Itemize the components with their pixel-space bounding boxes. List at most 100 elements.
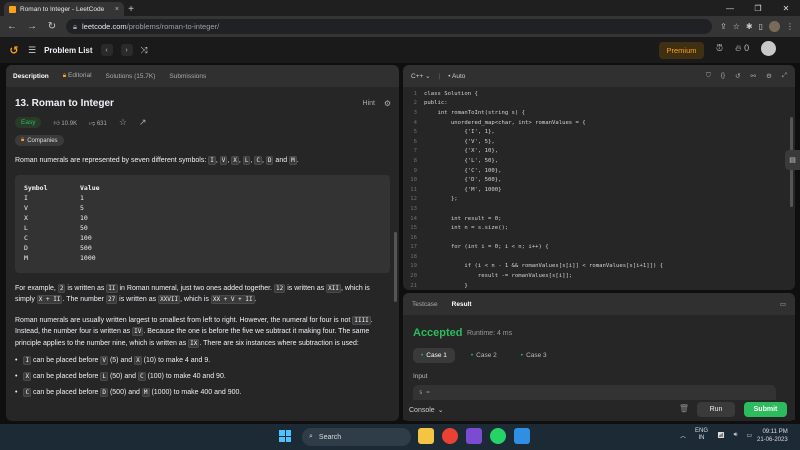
- tab-result[interactable]: Result: [452, 301, 472, 308]
- share-link-icon[interactable]: ↗: [139, 117, 147, 128]
- hint-button[interactable]: Hint: [363, 100, 375, 107]
- code-line[interactable]: 12 };: [403, 195, 795, 205]
- language-indicator[interactable]: ENG IN: [695, 428, 708, 442]
- pass-dot-icon: •: [421, 352, 424, 359]
- browser-tab[interactable]: Roman to Integer - LeetCode ×: [4, 2, 124, 16]
- code-line[interactable]: 5 {'I', 1},: [403, 127, 795, 137]
- case-button[interactable]: • Case 1: [413, 348, 455, 363]
- next-problem-button[interactable]: ›: [120, 44, 133, 56]
- settings-gear-icon[interactable]: ⚙︎: [384, 99, 391, 108]
- minimize-button[interactable]: —: [716, 0, 744, 16]
- notes-side-button[interactable]: ▤: [785, 150, 800, 170]
- run-button[interactable]: Run: [697, 402, 735, 417]
- profile-avatar[interactable]: [769, 21, 780, 32]
- code-line[interactable]: 16: [403, 233, 795, 243]
- leetcode-logo-icon[interactable]: ↺: [8, 44, 20, 57]
- problem-list-link[interactable]: Problem List: [44, 46, 92, 55]
- code-line[interactable]: 6 {'V', 5},: [403, 137, 795, 147]
- user-avatar[interactable]: [761, 41, 777, 56]
- case-button[interactable]: • Case 3: [513, 348, 555, 363]
- share-icon[interactable]: ⇪: [720, 22, 727, 31]
- reset-icon[interactable]: ↺: [735, 72, 740, 80]
- language-select[interactable]: C++ ⌄: [411, 72, 431, 80]
- new-tab-button[interactable]: +: [124, 2, 138, 16]
- forward-icon[interactable]: →: [26, 21, 38, 32]
- code-line[interactable]: 3 int romanToInt(string s) {: [403, 108, 795, 118]
- prev-problem-button[interactable]: ‹: [100, 44, 113, 56]
- code-line[interactable]: 10 {'D', 500},: [403, 175, 795, 185]
- reload-icon[interactable]: ↻: [46, 21, 58, 32]
- code-line[interactable]: 20 result -= romanValues[s[i]];: [403, 271, 795, 281]
- code-line[interactable]: 2 public:: [403, 99, 795, 109]
- code-line[interactable]: 9 {'C', 100},: [403, 166, 795, 176]
- shuffle-icon[interactable]: ⤨: [141, 45, 148, 56]
- premium-button[interactable]: Premium: [659, 42, 704, 59]
- code-line[interactable]: 19 if (i < n - 1 && romanValues[s[i]] < …: [403, 262, 795, 272]
- dislike-button[interactable]: 👎︎ 631: [89, 119, 107, 127]
- case-button[interactable]: • Case 2: [463, 348, 505, 363]
- favorite-star-icon[interactable]: ☆: [119, 117, 127, 128]
- tab-description[interactable]: Description: [13, 73, 49, 80]
- code-line[interactable]: 21 }: [403, 281, 795, 290]
- collapse-panel-icon[interactable]: ▭: [780, 300, 786, 308]
- code-line[interactable]: 18: [403, 252, 795, 262]
- browser-tab-title: Roman to Integer - LeetCode: [20, 5, 105, 13]
- taskbar-search[interactable]: ⌕ Search: [302, 428, 411, 446]
- extension-area: ⇪ ☆ ✱ ▯ ⋮: [720, 21, 794, 32]
- chrome-icon[interactable]: [442, 428, 458, 444]
- timer-icon[interactable]: ⏰︎: [716, 43, 723, 54]
- braces-icon[interactable]: {}: [721, 72, 725, 80]
- companies-tag[interactable]: 🔒︎ Companies: [15, 135, 64, 146]
- code-line[interactable]: 14 int result = 0;: [403, 214, 795, 224]
- code-line[interactable]: 17 for (int i = 0; i < n; i++) {: [403, 243, 795, 253]
- list-item: • I can be placed before V (5) and X (10)…: [15, 355, 390, 366]
- code-line[interactable]: 1 class Solution {: [403, 89, 795, 99]
- code-line[interactable]: 13: [403, 204, 795, 214]
- console-toggle[interactable]: Console ⌄: [409, 406, 444, 415]
- bookmark-star-icon[interactable]: ☆: [733, 22, 740, 31]
- store-icon[interactable]: [466, 428, 482, 444]
- bookmark-icon[interactable]: ⛉: [706, 72, 711, 80]
- line-number: 9: [413, 167, 417, 174]
- case-text: (50) and: [109, 373, 137, 380]
- back-icon[interactable]: ←: [6, 21, 18, 32]
- settings-icon[interactable]: ⚙︎: [766, 72, 772, 80]
- volume-icon[interactable]: 🔊︎: [734, 432, 738, 439]
- description-scrollbar[interactable]: [394, 232, 397, 302]
- code-line[interactable]: 15 int n = s.size();: [403, 223, 795, 233]
- chrome-menu-icon[interactable]: ⋮: [786, 22, 794, 31]
- whatsapp-icon[interactable]: [490, 428, 506, 444]
- file-explorer-icon[interactable]: [418, 428, 434, 444]
- wifi-icon[interactable]: 📶︎: [717, 432, 725, 439]
- submit-button[interactable]: Submit: [744, 402, 787, 417]
- code-line[interactable]: 11 {'M', 1000}: [403, 185, 795, 195]
- taskbar-clock[interactable]: 09:11 PM 21-06-2023: [757, 428, 788, 444]
- tray-chevron-icon[interactable]: ︿: [680, 431, 686, 440]
- tab-submissions[interactable]: Submissions: [169, 73, 206, 80]
- pass-dot-icon: •: [470, 352, 474, 359]
- code-line[interactable]: 4 unordered_map<char, int> romanValues =…: [403, 118, 795, 128]
- close-window-button[interactable]: ✕: [772, 0, 800, 16]
- code-line[interactable]: 7 {'X', 10},: [403, 147, 795, 157]
- code-line[interactable]: 8 {'L', 50},: [403, 156, 795, 166]
- sidebar-icon[interactable]: ▯: [759, 22, 763, 31]
- url-input[interactable]: 🔒︎ leetcode.com/problems/roman-to-intege…: [66, 19, 713, 34]
- battery-icon[interactable]: ▭: [746, 432, 752, 439]
- tab-testcase[interactable]: Testcase: [412, 301, 438, 308]
- extensions-icon[interactable]: ✱: [746, 22, 753, 31]
- code-area[interactable]: 1 class Solution {2 public: 3 int romanToIn…: [403, 87, 795, 290]
- streak-icon[interactable]: 🔥︎ 0: [735, 43, 749, 54]
- line-number: 11: [410, 186, 417, 193]
- autocomplete-mode[interactable]: • Auto: [448, 73, 465, 80]
- trash-icon[interactable]: 🗑︎: [679, 404, 689, 413]
- fullscreen-icon[interactable]: ⤢: [782, 72, 787, 80]
- windows-start-icon[interactable]: [279, 430, 291, 442]
- tab-close-icon[interactable]: ×: [115, 6, 119, 13]
- shortcut-icon[interactable]: ⚯: [751, 72, 756, 80]
- tab-solutions[interactable]: Solutions (15.7K): [106, 73, 156, 80]
- tab-editorial[interactable]: 🔒︎ Editorial: [63, 72, 92, 80]
- vscode-icon[interactable]: [514, 428, 530, 444]
- maximize-button[interactable]: ❐: [744, 0, 772, 16]
- taskbar-apps: [418, 428, 530, 444]
- like-button[interactable]: 👍︎ 10.9K: [53, 119, 77, 127]
